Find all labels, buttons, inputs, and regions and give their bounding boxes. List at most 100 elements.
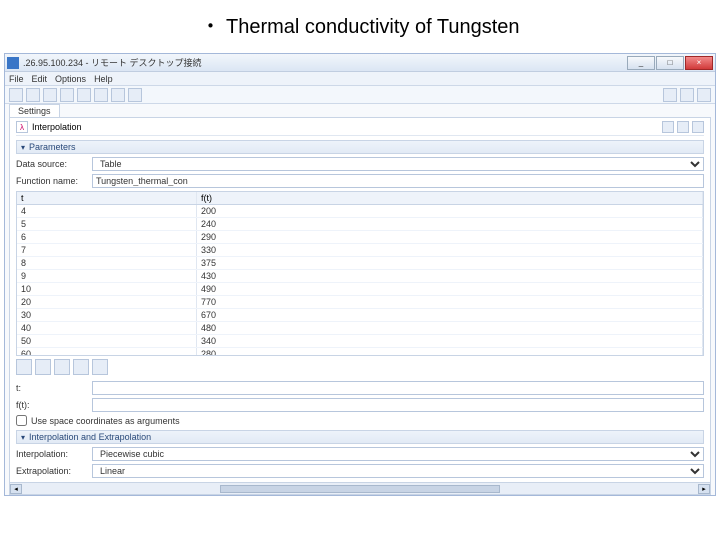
data-table: t f(t) 420052406290733083759430104902077… — [16, 191, 704, 356]
menu-options[interactable]: Options — [55, 74, 86, 84]
data-source-label: Data source: — [16, 159, 86, 169]
table-row[interactable]: 40480 — [17, 322, 703, 335]
cell-ft[interactable]: 375 — [197, 257, 703, 269]
arg-ft-input[interactable] — [92, 398, 704, 412]
cell-t[interactable]: 20 — [17, 296, 197, 308]
table-row[interactable]: 50340 — [17, 335, 703, 348]
horizontal-scrollbar[interactable]: ◂ ▸ — [10, 482, 710, 494]
cell-ft[interactable]: 430 — [197, 270, 703, 282]
cell-t[interactable]: 40 — [17, 322, 197, 334]
arg-t-label: t: — [16, 383, 86, 393]
toolbar-button-3[interactable] — [43, 88, 57, 102]
section-parameters-label: Parameters — [29, 142, 76, 152]
table-row[interactable]: 8375 — [17, 257, 703, 270]
cell-t[interactable]: 8 — [17, 257, 197, 269]
arg-ft-label: f(t): — [16, 400, 86, 410]
arg-t-input[interactable] — [92, 381, 704, 395]
panel-icon-1[interactable] — [662, 121, 674, 133]
interpolation-label: Interpolation: — [16, 449, 86, 459]
cell-ft[interactable]: 280 — [197, 348, 703, 355]
scroll-right-icon[interactable]: ▸ — [698, 484, 710, 494]
section-interpolation-label: Interpolation and Extrapolation — [29, 432, 151, 442]
toolbar-button-6[interactable] — [94, 88, 108, 102]
table-row[interactable]: 6290 — [17, 231, 703, 244]
interpolation-select[interactable]: Piecewise cubic — [92, 447, 704, 461]
table-row[interactable]: 7330 — [17, 244, 703, 257]
cell-t[interactable]: 9 — [17, 270, 197, 282]
toolbar-button-r3[interactable] — [697, 88, 711, 102]
col-t[interactable]: t — [17, 192, 197, 204]
extrapolation-select[interactable]: Linear — [92, 464, 704, 478]
toolbar-button-r2[interactable] — [680, 88, 694, 102]
cell-ft[interactable]: 340 — [197, 335, 703, 347]
cell-t[interactable]: 50 — [17, 335, 197, 347]
toolbar-button-4[interactable] — [60, 88, 74, 102]
cell-t[interactable]: 10 — [17, 283, 197, 295]
table-header: t f(t) — [17, 192, 703, 205]
cell-ft[interactable]: 490 — [197, 283, 703, 295]
cell-ft[interactable]: 240 — [197, 218, 703, 230]
menu-file[interactable]: File — [9, 74, 24, 84]
cell-t[interactable]: 60 — [17, 348, 197, 355]
table-add-button[interactable] — [54, 359, 70, 375]
content-area: Settings λ Interpolation ▾ Parameters Da… — [5, 104, 715, 495]
toolbar-button-5[interactable] — [77, 88, 91, 102]
table-row[interactable]: 30670 — [17, 309, 703, 322]
cell-ft[interactable]: 290 — [197, 231, 703, 243]
toolbar-button-2[interactable] — [26, 88, 40, 102]
chevron-down-icon: ▾ — [21, 143, 25, 152]
table-plot-button[interactable] — [92, 359, 108, 375]
menu-help[interactable]: Help — [94, 74, 113, 84]
cell-t[interactable]: 6 — [17, 231, 197, 243]
table-row[interactable]: 5240 — [17, 218, 703, 231]
table-row[interactable]: 20770 — [17, 296, 703, 309]
minimize-button[interactable]: _ — [627, 56, 655, 70]
toolbar-button-7[interactable] — [111, 88, 125, 102]
section-interpolation[interactable]: ▾ Interpolation and Extrapolation — [16, 430, 704, 444]
function-name-label: Function name: — [16, 176, 86, 186]
app-icon — [7, 57, 19, 69]
toolbar-button-8[interactable] — [128, 88, 142, 102]
maximize-button[interactable]: □ — [656, 56, 684, 70]
panel-header: λ Interpolation — [16, 121, 704, 136]
slide-title: ・ Thermal conductivity of Tungsten — [0, 0, 720, 53]
window-title: .26.95.100.234 - リモート デスクトップ接続 — [23, 56, 627, 69]
table-body[interactable]: 4200524062907330837594301049020770306704… — [17, 205, 703, 355]
settings-panel: λ Interpolation ▾ Parameters Data source… — [9, 117, 711, 495]
cell-t[interactable]: 7 — [17, 244, 197, 256]
toolbar-button-1[interactable] — [9, 88, 23, 102]
cell-ft[interactable]: 330 — [197, 244, 703, 256]
app-window: .26.95.100.234 - リモート デスクトップ接続 _ □ × Fil… — [4, 53, 716, 496]
cell-t[interactable]: 4 — [17, 205, 197, 217]
cell-ft[interactable]: 200 — [197, 205, 703, 217]
table-up-button[interactable] — [16, 359, 32, 375]
panel-icon-3[interactable] — [692, 121, 704, 133]
cell-t[interactable]: 5 — [17, 218, 197, 230]
cell-ft[interactable]: 480 — [197, 322, 703, 334]
table-row[interactable]: 60280 — [17, 348, 703, 355]
table-row[interactable]: 10490 — [17, 283, 703, 296]
use-space-coords-checkbox[interactable] — [16, 415, 27, 426]
table-row[interactable]: 9430 — [17, 270, 703, 283]
cell-ft[interactable]: 770 — [197, 296, 703, 308]
cell-ft[interactable]: 670 — [197, 309, 703, 321]
section-parameters[interactable]: ▾ Parameters — [16, 140, 704, 154]
tab-settings[interactable]: Settings — [9, 104, 60, 117]
table-row[interactable]: 4200 — [17, 205, 703, 218]
panel-icon-2[interactable] — [677, 121, 689, 133]
toolbar-button-r1[interactable] — [663, 88, 677, 102]
data-source-select[interactable]: Table — [92, 157, 704, 171]
close-button[interactable]: × — [685, 56, 713, 70]
use-space-coords-label: Use space coordinates as arguments — [31, 416, 180, 426]
cell-t[interactable]: 30 — [17, 309, 197, 321]
titlebar: .26.95.100.234 - リモート デスクトップ接続 _ □ × — [5, 54, 715, 72]
table-remove-button[interactable] — [73, 359, 89, 375]
menu-edit[interactable]: Edit — [32, 74, 48, 84]
table-down-button[interactable] — [35, 359, 51, 375]
scroll-left-icon[interactable]: ◂ — [10, 484, 22, 494]
interpolation-icon: λ — [16, 121, 28, 133]
col-ft[interactable]: f(t) — [197, 192, 703, 204]
function-name-input[interactable] — [92, 174, 704, 188]
scroll-thumb[interactable] — [220, 485, 500, 493]
panel-title: Interpolation — [32, 122, 82, 132]
